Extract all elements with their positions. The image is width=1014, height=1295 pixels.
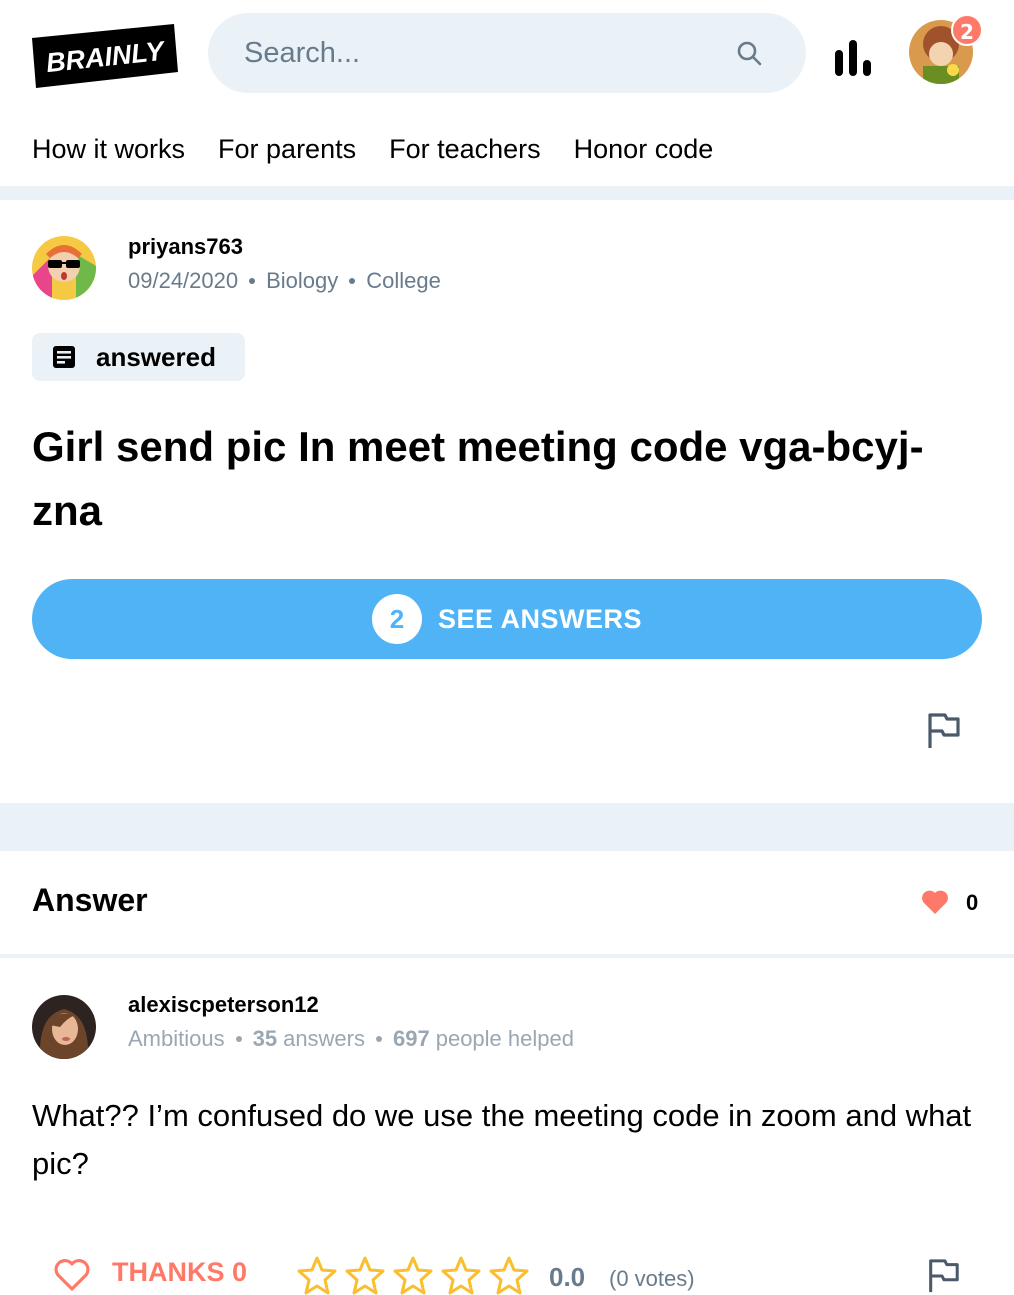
header: BRAINLY Search... 2 <box>0 0 1014 110</box>
flag-icon[interactable] <box>925 712 961 750</box>
status-label: answered <box>96 341 216 372</box>
answers-count-label: answers <box>283 1026 365 1051</box>
answer-likes-count: 0 <box>966 890 979 915</box>
rating-stars <box>296 1255 530 1295</box>
notification-badge: 2 <box>951 14 983 46</box>
heart-outline-icon[interactable] <box>53 1258 91 1292</box>
divider <box>0 186 1014 200</box>
rating-value: 0.0 <box>549 1262 586 1292</box>
answer-text: What?? I’m confused do we use the meetin… <box>32 1098 972 1181</box>
answer-heading: Answer <box>32 882 148 918</box>
question-level: College <box>366 268 441 293</box>
nav-honor-code[interactable]: Honor code <box>574 134 714 165</box>
star-icon[interactable] <box>488 1255 530 1295</box>
answer-author-meta: Ambitious 35 answers 697 people helped <box>128 1026 574 1052</box>
search-input[interactable]: Search... <box>244 37 360 70</box>
question-author-name[interactable]: priyans763 <box>128 234 243 260</box>
people-helped-label: people helped <box>435 1026 574 1051</box>
top-nav: How it works For parents For teachers Ho… <box>32 134 713 165</box>
see-answers-button[interactable]: 2 SEE ANSWERS <box>32 579 982 659</box>
dot-separator <box>249 278 256 284</box>
nav-for-parents[interactable]: For parents <box>218 134 356 165</box>
search-icon[interactable] <box>736 40 762 66</box>
question-author-avatar[interactable] <box>32 236 96 300</box>
user-avatar-button[interactable]: 2 <box>909 14 983 86</box>
question-title: Girl send pic In meet meeting code vga-b… <box>32 423 924 534</box>
star-icon[interactable] <box>392 1255 434 1295</box>
heart-icon <box>922 890 948 914</box>
nav-how-it-works[interactable]: How it works <box>32 134 185 165</box>
question-meta: 09/24/2020 Biology College <box>128 268 441 294</box>
answer-author-avatar[interactable] <box>32 995 96 1059</box>
dot-separator <box>235 1036 242 1042</box>
answers-count-badge: 2 <box>371 594 422 644</box>
nav-for-teachers[interactable]: For teachers <box>389 134 541 165</box>
flag-icon[interactable] <box>925 1258 961 1294</box>
brainly-logo[interactable]: BRAINLY <box>32 24 178 88</box>
author-rank: Ambitious <box>128 1026 225 1051</box>
dot-separator <box>349 278 356 284</box>
stats-icon[interactable] <box>832 38 874 76</box>
answers-count: 35 <box>252 1026 278 1051</box>
divider <box>0 954 1014 958</box>
answer-actions: THANKS 0 0.0 (0 votes) <box>0 1250 1014 1295</box>
star-icon[interactable] <box>344 1255 386 1295</box>
section-divider <box>0 803 1014 851</box>
see-answers-label: SEE ANSWERS <box>437 603 643 634</box>
votes-count: (0 votes) <box>609 1266 695 1291</box>
people-helped-count: 697 <box>393 1026 430 1051</box>
answer-author-name[interactable]: alexiscpeterson12 <box>128 992 319 1018</box>
question-date: 09/24/2020 <box>128 268 239 293</box>
thanks-button[interactable]: THANKS 0 <box>112 1257 247 1288</box>
status-badge: answered <box>32 333 245 381</box>
search-bar[interactable]: Search... <box>208 13 806 93</box>
document-icon <box>53 346 75 368</box>
dot-separator <box>376 1036 382 1042</box>
question-subject[interactable]: Biology <box>266 268 338 294</box>
star-icon[interactable] <box>440 1255 482 1295</box>
star-icon[interactable] <box>296 1255 338 1295</box>
